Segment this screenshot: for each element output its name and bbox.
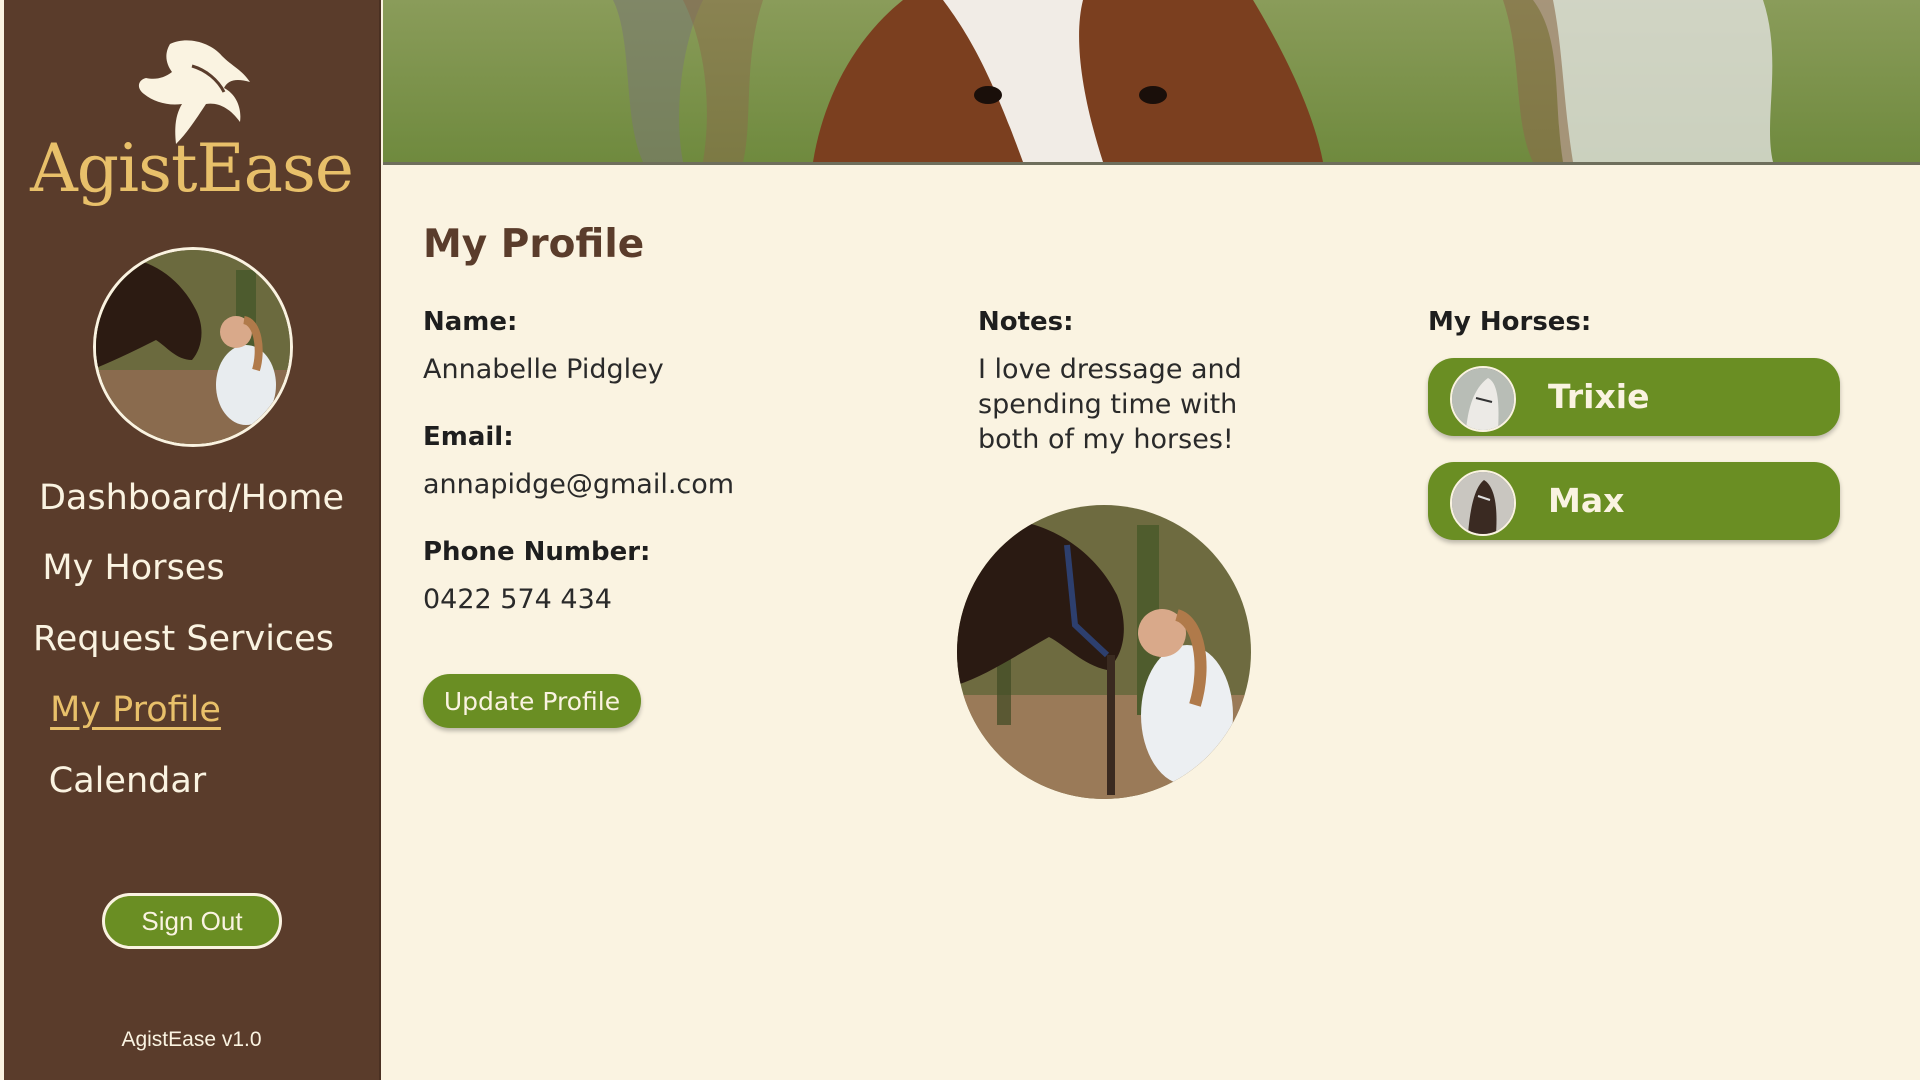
update-profile-button[interactable]: Update Profile [423,674,641,728]
horse-button-trixie[interactable]: Trixie [1428,358,1840,436]
nav-item-my-profile[interactable]: My Profile [0,690,323,730]
notes-line: I love dressage and [978,354,1242,385]
nav-item-my-horses[interactable]: My Horses [0,548,321,588]
nav-item-request-services[interactable]: Request Services [0,619,371,659]
name-label: Name: [423,307,518,337]
phone-value: 0422 574 434 [423,584,612,615]
notes-line: both of my horses! [978,424,1234,455]
sign-out-button[interactable]: Sign Out [102,893,282,949]
notes-label: Notes: [978,307,1074,337]
email-label: Email: [423,422,514,452]
sidebar: AgistEase Dashboard/Home My Horses Reque… [4,0,381,1080]
user-avatar [93,247,293,447]
horse-avatar [1450,366,1516,432]
profile-photo [957,505,1251,799]
horse-button-max[interactable]: Max [1428,462,1840,540]
brand-name: AgistEase [30,130,354,207]
email-value: annapidge@gmail.com [423,469,735,500]
nav-item-calendar[interactable]: Calendar [0,761,315,801]
nav-item-dashboard[interactable]: Dashboard/Home [4,478,379,518]
horse-name: Max [1548,481,1625,520]
notes-text: I love dressage and spending time with b… [978,352,1242,457]
horse-name: Trixie [1548,377,1650,416]
header-banner-image [383,0,1920,165]
name-value: Annabelle Pidgley [423,354,664,385]
my-horses-label: My Horses: [1428,307,1592,337]
app-version: AgistEase v1.0 [121,1028,262,1051]
notes-line: spending time with [978,389,1238,420]
page-title: My Profile [423,222,645,267]
phone-label: Phone Number: [423,537,651,567]
horse-avatar [1450,470,1516,536]
